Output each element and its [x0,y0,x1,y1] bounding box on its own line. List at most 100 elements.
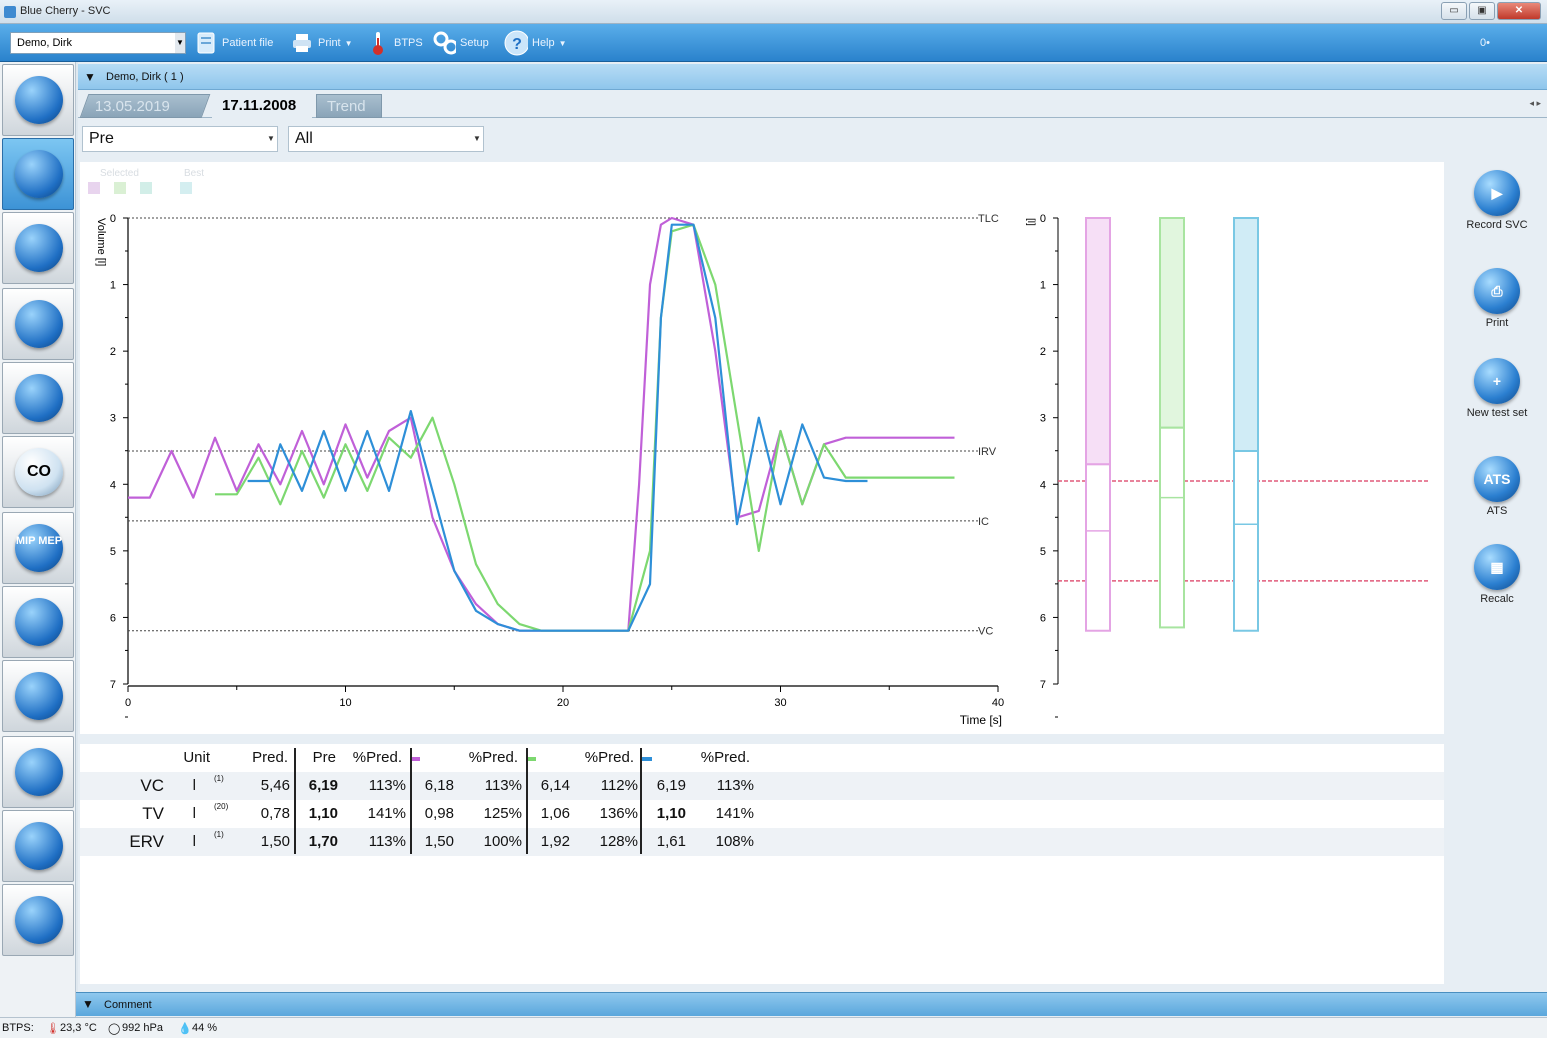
thermometer-icon: 🌡 [46,1023,60,1035]
footnote: (1) [214,830,224,839]
tab-date-2019[interactable]: 13.05.2019 [79,94,211,118]
app-icon [4,6,16,18]
trial2-pct: 112% [600,777,638,794]
tab-trend[interactable]: Trend [316,94,382,118]
sidebar-item-mip-mep[interactable]: MIP MEP [2,512,74,584]
expand-icon[interactable]: ▼ [82,997,94,1011]
btps-button[interactable]: BTPS [366,30,423,56]
help-button[interactable]: ? Help ▼ [504,30,567,56]
bar-y-tick-label: 4 [1040,479,1046,491]
tab-date-2019-label: 13.05.2019 [94,98,170,115]
humidity-icon: 💧 [178,1023,192,1035]
volume-bar-2-lower [1159,426,1185,629]
unit: l [192,833,196,850]
sidebar-item-provocation[interactable] [2,586,74,658]
trial-1-curve [128,216,955,632]
comment-bar[interactable]: ▼ Comment [76,992,1547,1016]
status-btps-label: BTPS: [2,1022,34,1034]
new-test-set-button[interactable]: + New test set [1462,358,1532,419]
table-row[interactable]: TV l (20) 0,78 1,10 141% 0,98 125% 1,06 136% 1,10 1… [80,800,1444,828]
trial1-value: 6,18 [424,777,454,794]
legend-swatch [114,182,126,194]
sidebar-item-label [15,224,63,272]
patient-file-button[interactable]: Patient file [194,30,273,56]
trial3-value: 1,10 [656,805,686,822]
minimize-button[interactable]: ▭ [1441,2,1467,20]
tab-date-2008[interactable]: 17.11.2008 [212,94,312,118]
sidebar-item-ergospirometry[interactable] [2,736,74,808]
table-row[interactable]: VC l (1) 5,46 6,19 113% 6,18 113% 6,14 112% 6,19 11… [80,772,1444,800]
bar-y-tick-label: 5 [1040,546,1046,558]
reference-label-ic: IC [978,516,989,528]
sidebar-item-exit[interactable] [2,884,74,956]
sidebar-item-bodyplethysmography[interactable] [2,288,74,360]
pre-pct: 113% [368,777,406,794]
y-tick-label: 1 [110,280,116,292]
mip-mep-icon: MIP MEP [15,524,63,572]
collapse-icon[interactable]: ▼ [84,70,96,84]
patient-select[interactable]: Demo, Dirk ▼ [10,32,186,54]
sidebar-item-flow-volume[interactable] [2,212,74,284]
chevron-down-icon[interactable]: ▼ [266,128,276,150]
legend-swatch [88,182,100,194]
patient-header-name: Demo, Dirk ( 1 ) [106,71,184,83]
bar-y-tick-label: 1 [1040,280,1046,292]
table-row[interactable]: ERV l (1) 1,50 1,70 113% 1,50 100% 1,92 128% 1,61 1… [80,828,1444,856]
print-toolbar-button[interactable]: Print ▼ [290,30,353,56]
pre-value: 1,10 [308,805,338,822]
recalc-button[interactable]: ▦ Recalc [1462,544,1532,605]
chevron-down-icon[interactable]: ▼ [175,33,185,53]
sidebar-item-bronchodilation[interactable] [2,660,74,732]
header-pred: Pred. [252,749,288,766]
sidebar-item-label [15,598,63,646]
y-axis-label: Volume [l] [95,218,107,266]
sidebar-item-rhinomanometry[interactable] [2,810,74,882]
setup-button[interactable]: Setup [432,30,489,56]
sidebar-item-co-diffusion[interactable]: CO [2,436,74,508]
record-svc-button[interactable]: ▶ Record SVC [1462,170,1532,231]
action-bar: ▶ Record SVC ⎙ Print + New test set ATS ATS ▦ Rec… [1444,162,1547,722]
printer-icon [290,30,314,56]
chevron-down-icon[interactable]: ▼ [472,128,482,150]
sidebar-item-label [15,76,63,124]
compliance-icon [15,374,63,422]
sidebar-item-compliance[interactable] [2,362,74,434]
bar-y-tick-label: 7 [1040,679,1046,691]
trial-select[interactable]: All ▼ [288,126,484,152]
help-dropdown-icon[interactable]: ▼ [559,39,567,48]
print-label: Print [1485,317,1509,329]
co-diffusion-icon: CO [15,448,63,496]
tab-scroll-arrows-icon[interactable]: ◂ ▸ [1529,98,1541,109]
btps-label: BTPS [394,37,423,49]
status-bar: BTPS: 🌡 23,3 °C ◯ 992 hPa 💧 44 % [0,1017,1547,1038]
maximize-button[interactable]: ▣ [1469,2,1495,20]
sidebar-item-label [15,150,63,198]
trial1-pct: 113% [484,777,522,794]
comment-label: Comment [104,999,152,1011]
window-title: Blue Cherry - SVC [20,5,111,17]
tab-trend-label: Trend [327,98,366,115]
sidebar-item-spirometry[interactable] [2,138,74,210]
reference-label-irv: IRV [978,446,997,458]
volume-bar-3-lower [1233,450,1259,632]
print-button[interactable]: ⎙ Print [1462,268,1532,329]
trial2-value: 1,06 [540,805,570,822]
close-button[interactable]: ✕ [1497,2,1541,20]
print-dropdown-icon[interactable]: ▼ [345,39,353,48]
ats-button[interactable]: ATS ATS [1462,456,1532,517]
trial3-value: 6,19 [656,777,686,794]
sidebar-item-label [15,896,63,944]
patient-header[interactable]: ▼ Demo, Dirk ( 1 ) [78,64,1547,90]
thermometer-icon [366,30,390,56]
sidebar-item-patient-data[interactable] [2,64,74,136]
x-tick-label: 40 [992,697,1004,709]
legend-best-label: Best [184,168,204,179]
column-divider [526,748,528,854]
pre-pct: 141% [367,805,406,822]
legend-swatch [140,182,152,194]
phase-select[interactable]: Pre ▼ [82,126,278,152]
x-axis-label: Time [s] [960,713,1002,727]
provocation-icon [15,598,63,646]
volume-time-chart[interactable]: Selected Best012345670 10 20 30 40Volume [l]T… [80,162,1444,734]
trial3-value: 1,61 [656,833,686,850]
